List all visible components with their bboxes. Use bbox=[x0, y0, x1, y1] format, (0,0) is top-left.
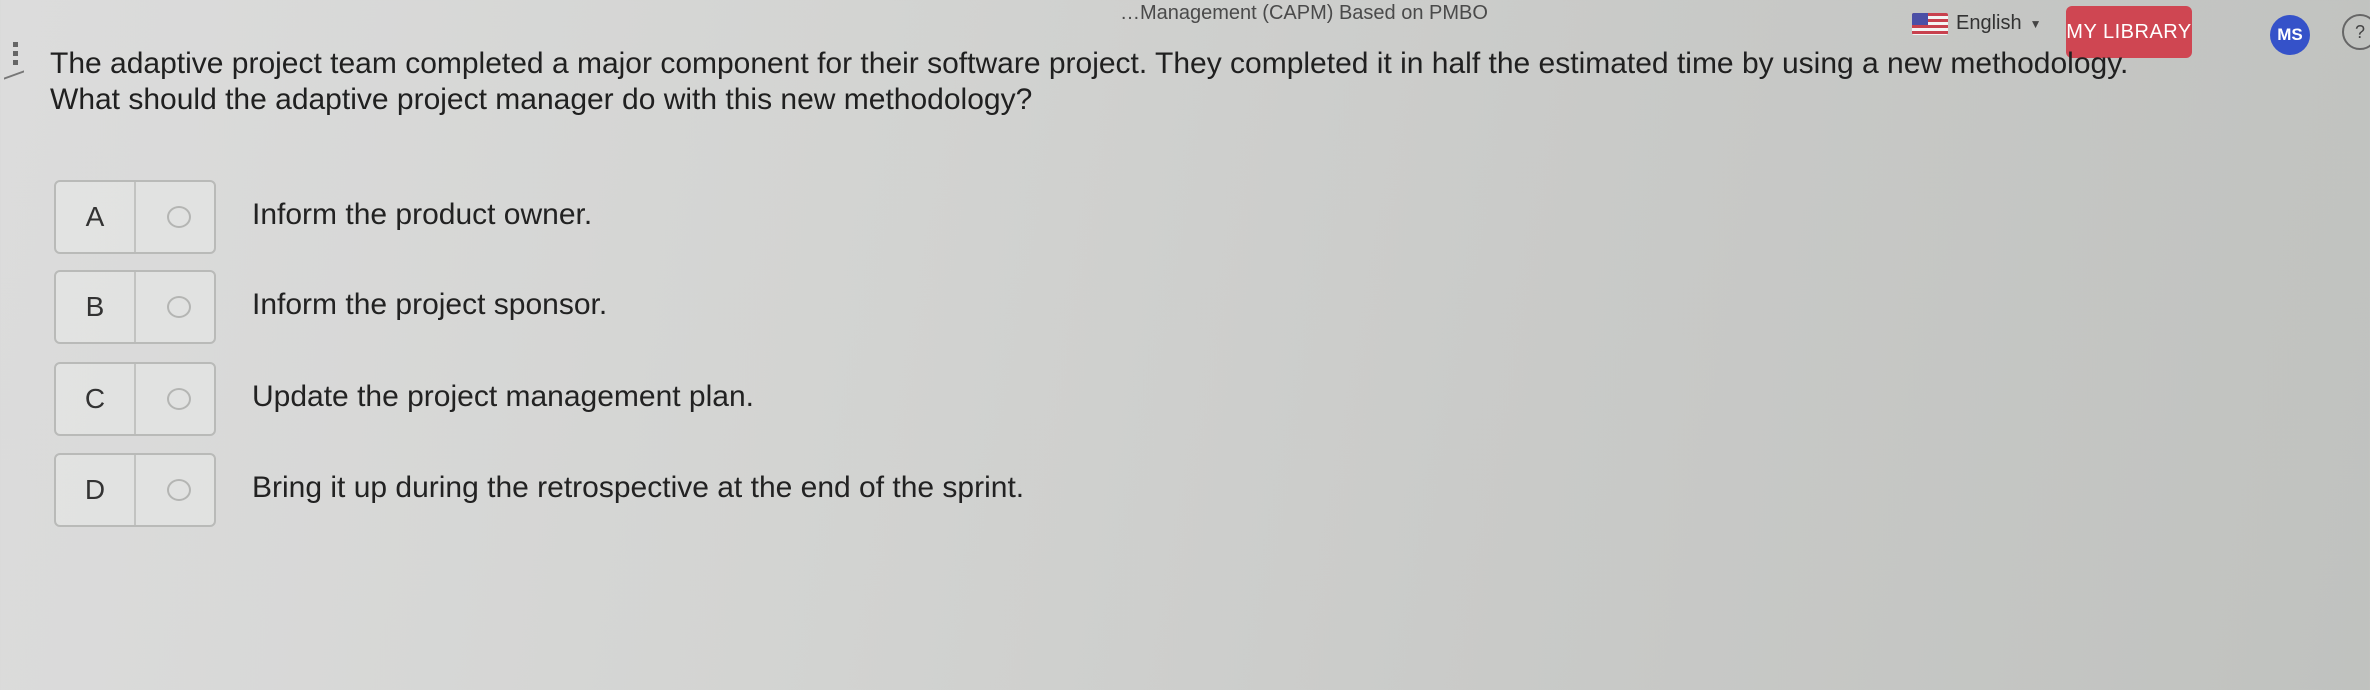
question-line-1: The adaptive project team completed a ma… bbox=[50, 47, 2129, 80]
answer-option-b[interactable]: B Inform the project sponsor. bbox=[54, 270, 1354, 344]
answer-option-a[interactable]: A Inform the product owner. bbox=[54, 180, 1354, 254]
option-selector-box[interactable]: A bbox=[54, 180, 216, 254]
answer-option-d[interactable]: D Bring it up during the retrospective a… bbox=[54, 453, 1354, 527]
option-letter: B bbox=[56, 272, 136, 342]
radio-button[interactable] bbox=[167, 479, 191, 501]
question-text: The adaptive project team completed a ma… bbox=[50, 46, 2330, 118]
question-line-2: What should the adaptive project manager… bbox=[50, 83, 1033, 116]
radio-button[interactable] bbox=[167, 388, 191, 410]
option-selector-box[interactable]: C bbox=[54, 362, 216, 436]
option-text[interactable]: Bring it up during the retrospective at … bbox=[252, 471, 1024, 505]
language-label: English bbox=[1956, 12, 2022, 34]
answer-option-c[interactable]: C Update the project management plan. bbox=[54, 362, 1354, 436]
option-text[interactable]: Inform the product owner. bbox=[252, 198, 592, 232]
option-text[interactable]: Inform the project sponsor. bbox=[252, 288, 607, 322]
option-selector-box[interactable]: D bbox=[54, 453, 216, 527]
option-letter: A bbox=[56, 182, 136, 252]
radio-button[interactable] bbox=[167, 206, 191, 228]
us-flag-icon bbox=[1912, 12, 1948, 35]
help-icon[interactable]: ? bbox=[2342, 14, 2370, 50]
bookmark-menu-icon[interactable] bbox=[4, 38, 26, 90]
option-selector-box[interactable]: B bbox=[54, 270, 216, 344]
radio-button[interactable] bbox=[167, 296, 191, 318]
chevron-down-icon: ▼ bbox=[2029, 16, 2042, 31]
option-text[interactable]: Update the project management plan. bbox=[252, 380, 754, 414]
language-selector[interactable]: English ▼ bbox=[1912, 12, 2042, 35]
option-letter: D bbox=[56, 455, 136, 525]
course-title: …Management (CAPM) Based on PMBO bbox=[1120, 2, 1488, 24]
option-letter: C bbox=[56, 364, 136, 434]
